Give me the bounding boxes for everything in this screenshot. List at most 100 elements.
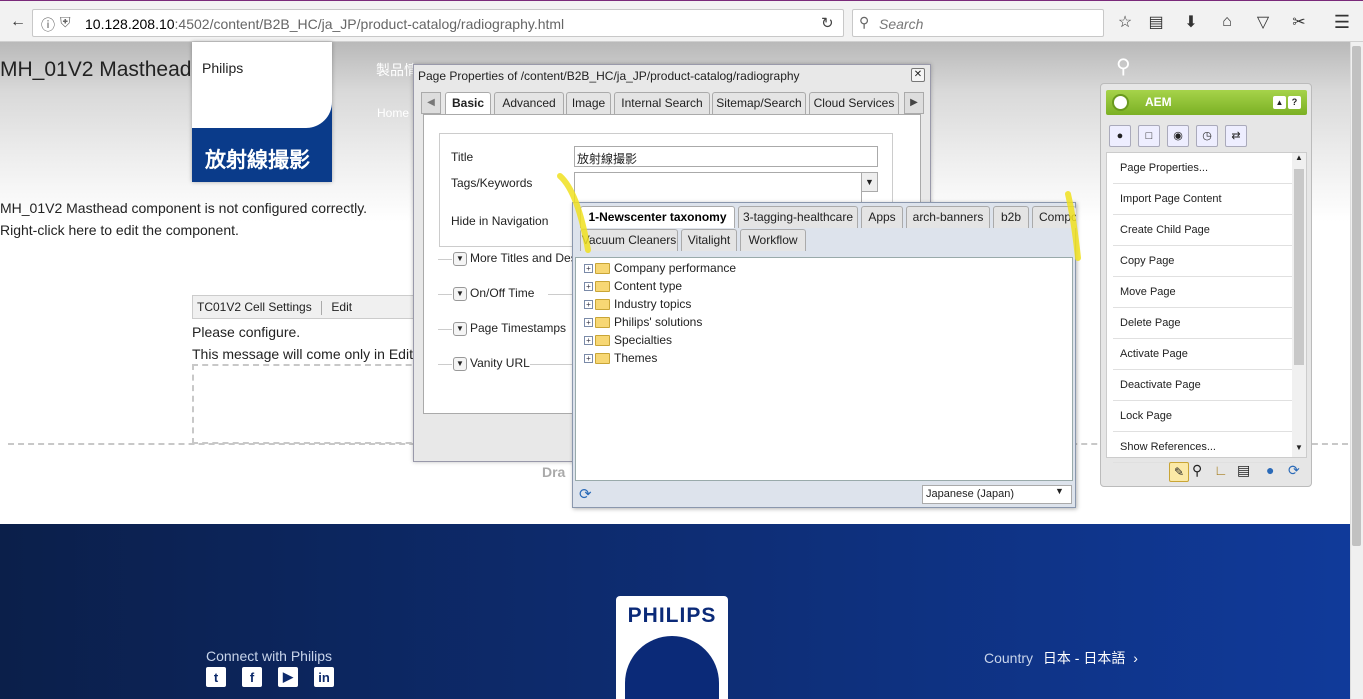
highlight-annotation: [557, 173, 1081, 261]
tab-advanced[interactable]: Advanced: [494, 92, 564, 114]
section-label: On/Off Time: [470, 286, 535, 300]
parsys-dropzone[interactable]: [192, 364, 432, 444]
edit-mode-icon[interactable]: ✎: [1169, 462, 1189, 482]
menu-create-child-page[interactable]: Create Child Page: [1113, 215, 1295, 246]
masthead-edit-hint[interactable]: Right-click here to edit the component.: [0, 222, 239, 238]
sidekick-scroll-thumb[interactable]: [1294, 169, 1304, 365]
page-icon[interactable]: □: [1138, 125, 1160, 147]
masthead-title: MH_01V2 Masthead: [0, 58, 192, 81]
tree-item-philips-solutions[interactable]: + Philips' solutions: [584, 313, 702, 331]
tree-item-content-type[interactable]: + Content type: [584, 277, 682, 295]
tab-sitemap-search[interactable]: Sitemap/Search: [712, 92, 806, 114]
dialog-title: Page Properties of /content/B2B_HC/ja_JP…: [418, 69, 800, 83]
preview-icon[interactable]: ⚲: [1192, 462, 1202, 479]
nav-home-link[interactable]: Home: [377, 106, 409, 120]
country-selector[interactable]: Country 日本 - 日本語 ›: [984, 648, 1138, 668]
drag-components-hint: Dra: [542, 464, 566, 480]
philips-shield-logo[interactable]: PHILIPS: [616, 596, 728, 699]
menu-page-properties[interactable]: Page Properties...: [1113, 153, 1295, 184]
tab-image[interactable]: Image: [566, 92, 611, 114]
collapse-icon[interactable]: ▲: [1273, 96, 1286, 109]
refresh-page-icon[interactable]: ⟳: [1288, 462, 1300, 479]
folder-icon: [595, 280, 610, 292]
menu-icon[interactable]: ☰: [1328, 8, 1356, 36]
chevron-down-icon[interactable]: ▼: [453, 286, 467, 301]
scroll-up-icon[interactable]: ▲: [1292, 153, 1306, 162]
back-icon[interactable]: ←: [4, 8, 32, 36]
tree-item-industry-topics[interactable]: + Industry topics: [584, 295, 691, 313]
expand-icon[interactable]: +: [584, 281, 593, 291]
cell-settings-toolbar: TC01V2 Cell Settings Edit: [192, 295, 422, 319]
country-label: Country: [984, 650, 1034, 666]
sidekick-menu: Page Properties... Import Page Content C…: [1106, 152, 1307, 463]
menu-delete-page[interactable]: Delete Page: [1113, 308, 1295, 339]
shield-emblem: [625, 636, 719, 699]
folder-icon: [595, 352, 610, 364]
title-label: Title: [451, 150, 474, 164]
philips-label: Philips: [202, 60, 244, 76]
nav-products[interactable]: 製品情: [376, 60, 418, 80]
hero-white-panel: [192, 42, 332, 128]
tree-item-themes[interactable]: + Themes: [584, 349, 657, 367]
reading-list-icon[interactable]: ▤: [1142, 8, 1170, 36]
expand-icon[interactable]: +: [584, 335, 593, 345]
chevron-down-icon[interactable]: ▼: [1055, 486, 1064, 496]
close-icon[interactable]: ✕: [911, 68, 925, 82]
facebook-icon[interactable]: f: [242, 667, 262, 687]
help-icon[interactable]: ?: [1288, 96, 1301, 109]
menu-copy-page[interactable]: Copy Page: [1113, 246, 1295, 277]
home-icon[interactable]: ⌂: [1213, 8, 1241, 36]
tags-label: Tags/Keywords: [451, 176, 533, 190]
tab-basic[interactable]: Basic: [445, 92, 491, 114]
menu-move-page[interactable]: Move Page: [1113, 277, 1295, 308]
versioning-icon[interactable]: ◷: [1196, 125, 1218, 147]
twitter-icon[interactable]: t: [206, 667, 226, 687]
youtube-icon[interactable]: ▶: [278, 667, 298, 687]
chevron-down-icon[interactable]: ▼: [453, 356, 467, 371]
sidekick-scrollbar[interactable]: ▲ ▼: [1292, 153, 1306, 457]
cell-settings-label[interactable]: TC01V2 Cell Settings: [197, 300, 312, 314]
workflow-icon[interactable]: ⇄: [1225, 125, 1247, 147]
tree-item-specialties[interactable]: + Specialties: [584, 331, 672, 349]
address-bar[interactable]: ⓘ ⛨ 10.128.208.10:4502/content/B2B_HC/ja…: [32, 9, 844, 37]
download-icon[interactable]: ⬇: [1177, 8, 1205, 36]
tab-scroll-right-icon[interactable]: ▶: [904, 92, 924, 114]
expand-icon[interactable]: +: [584, 317, 593, 327]
tab-scroll-left-icon[interactable]: ◀: [421, 92, 441, 114]
scaffolding-icon[interactable]: ▤: [1237, 462, 1250, 479]
site-search-icon[interactable]: ⚲: [1116, 54, 1131, 79]
menu-activate-page[interactable]: Activate Page: [1113, 339, 1295, 370]
tag-tree-panel: + Company performance + Content type + Indu…: [575, 257, 1073, 481]
menu-show-references[interactable]: Show References...: [1113, 432, 1295, 463]
chevron-down-icon[interactable]: ▼: [453, 251, 467, 266]
page-scroll-thumb[interactable]: [1352, 46, 1361, 546]
expand-icon[interactable]: +: [584, 353, 593, 363]
shield-icon[interactable]: ⛨: [60, 14, 71, 31]
reload-icon[interactable]: ↻: [821, 14, 834, 32]
refresh-icon[interactable]: ⟳: [579, 485, 592, 503]
info-icon[interactable]: ⓘ: [41, 15, 55, 35]
chevron-down-icon[interactable]: ▼: [453, 321, 467, 336]
components-icon[interactable]: ●: [1109, 125, 1131, 147]
bookmark-star-icon[interactable]: ☆: [1111, 8, 1139, 36]
design-mode-icon[interactable]: ∟: [1214, 462, 1228, 478]
aem-logo-icon: [1112, 94, 1129, 111]
menu-lock-page[interactable]: Lock Page: [1113, 401, 1295, 432]
search-input[interactable]: ⚲ Search: [852, 9, 1104, 37]
information-icon[interactable]: ◉: [1167, 125, 1189, 147]
title-input[interactable]: 放射線撮影: [574, 146, 878, 167]
tab-cloud-services[interactable]: Cloud Services: [809, 92, 899, 114]
cell-edit-button[interactable]: Edit: [331, 300, 352, 314]
tab-internal-search[interactable]: Internal Search: [614, 92, 710, 114]
tools-icon[interactable]: ✂: [1285, 8, 1313, 36]
scroll-down-icon[interactable]: ▼: [1292, 443, 1306, 452]
expand-icon[interactable]: +: [584, 299, 593, 309]
menu-deactivate-page[interactable]: Deactivate Page: [1113, 370, 1295, 401]
linkedin-icon[interactable]: in: [314, 667, 334, 687]
language-select[interactable]: Japanese (Japan): [922, 485, 1072, 504]
sidekick-header[interactable]: AEM ▲ ?: [1106, 90, 1307, 115]
menu-import-page-content[interactable]: Import Page Content: [1113, 184, 1295, 215]
globe-icon[interactable]: ●: [1266, 462, 1274, 478]
hero-title: 放射線撮影: [205, 149, 310, 172]
pocket-icon[interactable]: ▽: [1249, 8, 1277, 36]
